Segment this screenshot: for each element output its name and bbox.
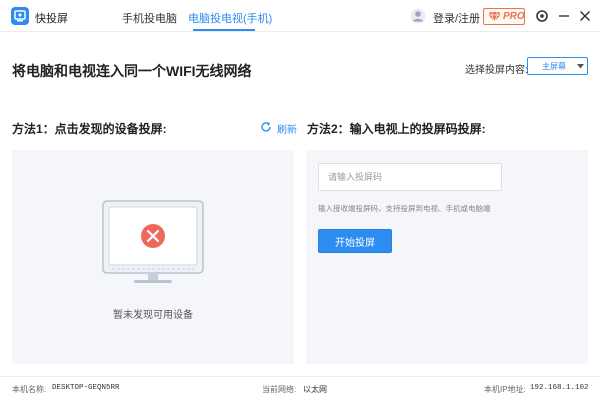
title-bar: 快投屏 手机投电脑 电脑投电视(手机) 登录/注册 PRO [0,0,600,32]
cast-code-hint: 输入接收端投屏码，支持投屏到电视、手机或电脑端 [318,204,491,213]
close-icon[interactable] [578,9,592,23]
monitor-error-icon [102,200,204,283]
cast-code-input[interactable] [318,163,502,191]
user-icon[interactable] [410,8,426,24]
pro-badge[interactable]: PRO [483,8,525,25]
tab-pc-to-tv[interactable]: 电脑投电视(手机) [188,10,272,26]
select-value: 主屏幕 [542,62,566,71]
pro-label: PRO [503,11,525,22]
status-footer: 本机名称: DESKTOP-GEQN5RR 当前网络: 以太网 本机IP地址: … [0,376,600,400]
no-device-message: 暂未发现可用设备 [113,310,193,321]
tab-phone-to-pc[interactable]: 手机投电脑 [122,10,177,26]
minimize-icon[interactable] [557,9,571,23]
chevron-down-icon [577,64,584,69]
ip-label: 本机IP地址: [484,385,526,394]
login-register-link[interactable]: 登录/注册 [433,10,480,26]
cast-code-panel: 输入接收端投屏码，支持投屏到电视、手机或电脑端 开始投屏 [306,150,588,364]
pc-name-value: DESKTOP-GEQN5RR [52,384,120,392]
network-value: 以太网 [303,385,327,394]
refresh-button[interactable]: 刷新 [277,121,297,136]
pc-name-label: 本机名称: [12,385,47,394]
ip-value: 192.168.1.102 [530,384,589,392]
settings-icon[interactable] [535,9,549,23]
active-tab-indicator [193,29,255,31]
method2-title: 方法2：输入电视上的投屏码投屏: [307,122,486,136]
app-name: 快投屏 [35,13,68,25]
page-heading: 将电脑和电视连入同一个WIFI无线网络 [12,63,252,79]
select-content-label: 选择投屏内容: [465,65,528,76]
refresh-icon[interactable] [260,121,272,133]
cast-content-select[interactable]: 主屏幕 [527,57,588,75]
method1-title: 方法1：点击发现的设备投屏: [12,122,167,136]
network-label: 当前网络: [262,385,297,394]
start-cast-button[interactable]: 开始投屏 [318,229,392,253]
app-logo-icon [11,7,29,25]
device-list-panel: 暂未发现可用设备 [12,150,294,364]
diamond-icon [488,11,501,22]
